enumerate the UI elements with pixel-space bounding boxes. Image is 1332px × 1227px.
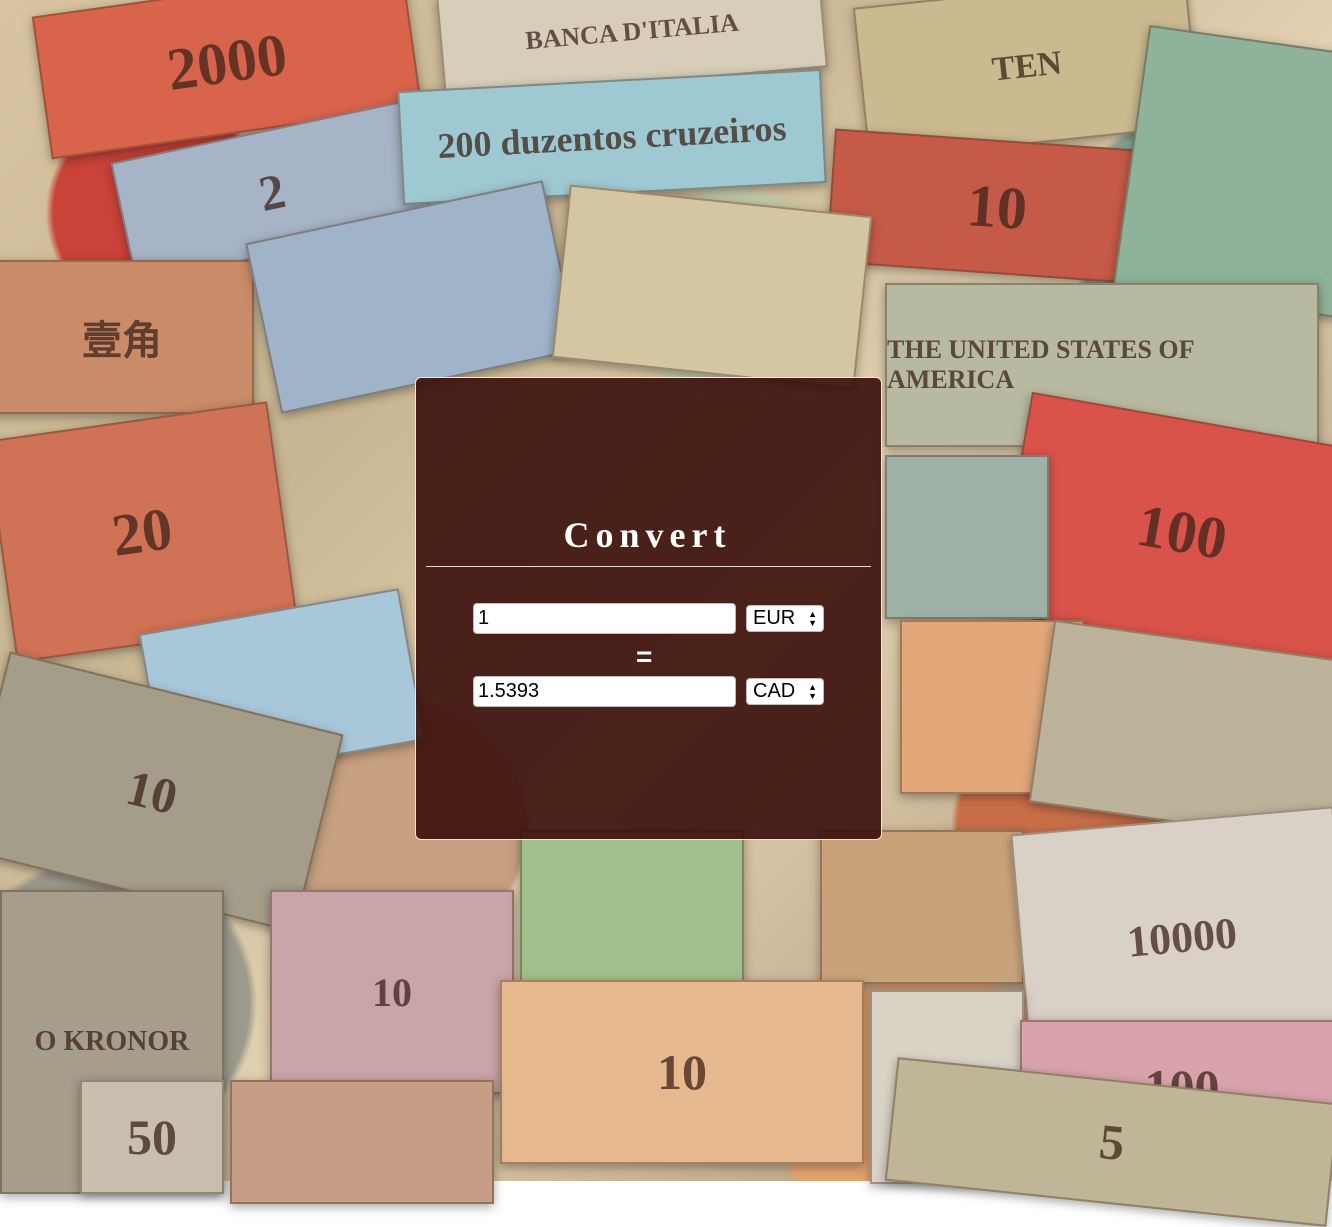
banknote (820, 830, 1024, 984)
banknote-text: O KRONOR (34, 1026, 190, 1057)
from-currency-value: EUR (753, 607, 796, 629)
banknote (230, 1080, 494, 1204)
banknote (1112, 25, 1332, 319)
banknote: 10 (270, 890, 514, 1094)
to-amount-input[interactable] (473, 676, 736, 707)
title-divider (426, 566, 871, 567)
equals-sign: = (636, 641, 653, 672)
banknote-text: 壹角 (82, 318, 162, 363)
to-currency-select[interactable]: CAD ▲ ▼ (746, 678, 824, 705)
banknote (520, 830, 744, 984)
from-currency-select[interactable]: EUR ▲ ▼ (746, 605, 824, 632)
banknote-text: 10000 (1125, 907, 1239, 967)
select-arrows-icon: ▲ ▼ (808, 681, 817, 701)
from-amount-input[interactable] (473, 603, 736, 634)
banknote-text: 10 (964, 171, 1030, 242)
banknote-text: 10 (657, 1044, 707, 1100)
banknote: 200 duzentos cruzeiros (397, 68, 827, 206)
banknote-text: THE UNITED STATES OF AMERICA (887, 335, 1194, 394)
banknote-text: 2 (253, 162, 291, 222)
banknote: 10 (500, 980, 864, 1164)
banknote-text: BANCA D'ITALIA (524, 7, 740, 56)
banknote-text: TEN (990, 44, 1064, 89)
banknote-text: 10 (120, 758, 184, 826)
banknote-text: 2000 (162, 20, 291, 103)
banknote (551, 184, 873, 390)
banknote-text: 10 (372, 969, 412, 1015)
banknote-text: 5 (1096, 1112, 1128, 1172)
banknote: 50 (80, 1080, 224, 1194)
converter-title: Convert (563, 515, 732, 555)
banknote-text: 200 duzentos cruzeiros (436, 107, 788, 167)
banknote: 壹角 (0, 260, 254, 414)
select-arrows-icon: ▲ ▼ (808, 608, 817, 628)
to-currency-value: CAD (753, 680, 796, 702)
banknote-text: 50 (127, 1109, 177, 1165)
